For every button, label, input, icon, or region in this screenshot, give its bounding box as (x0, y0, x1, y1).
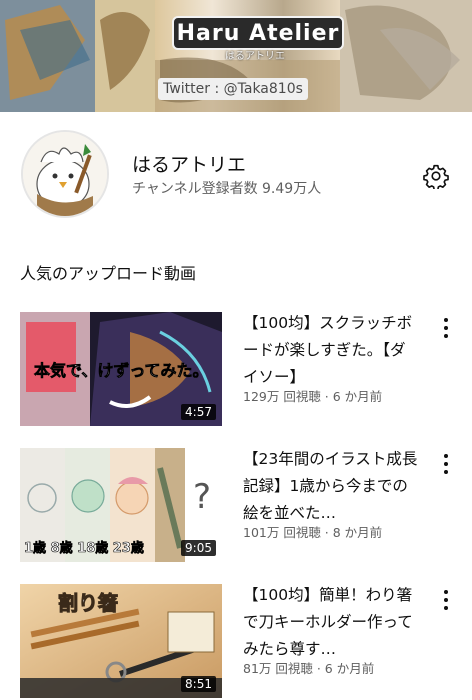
more-options-icon[interactable] (436, 452, 456, 476)
video-thumbnail[interactable]: 割り箸 8:51 (20, 584, 222, 698)
video-item[interactable]: 本気で、けずってみた。 4:57 【100均】スクラッチボードが楽しすぎた。【ダ… (20, 312, 470, 428)
banner-twitter-handle: Twitter : @Taka810s (158, 78, 308, 100)
more-options-icon[interactable] (436, 316, 456, 340)
video-duration: 8:51 (181, 676, 216, 692)
gear-icon[interactable] (423, 163, 449, 191)
video-title[interactable]: 【100均】簡単！わり箸で刀キーホルダー作ってみたら尊す… (243, 582, 418, 663)
video-title[interactable]: 【23年間のイラスト成長記録】1歳から今までの絵を並べた… (243, 446, 418, 527)
subscriber-count: チャンネル登録者数 9.49万人 (132, 181, 322, 197)
section-title-popular-uploads: 人気のアップロード動画 (20, 264, 197, 283)
thumbnail-caption: 1歳 8歳 18歳 23歳 (24, 540, 144, 556)
video-duration: 9:05 (181, 540, 216, 556)
video-meta: 129万 回視聴 · 6 か月前 (243, 389, 383, 404)
video-item[interactable]: 割り箸 8:51 【100均】簡単！わり箸で刀キーホルダー作ってみたら尊す… 8… (20, 584, 470, 700)
thumbnail-caption: 本気で、けずってみた。 (34, 361, 209, 380)
avatar-chick-illustration (23, 132, 107, 216)
channel-avatar[interactable] (21, 130, 109, 218)
svg-text:?: ? (193, 477, 211, 517)
video-item[interactable]: ? 1歳 8歳 18歳 23歳 9:05 【23年間のイラスト成長記録】1歳から… (20, 448, 470, 564)
banner-title: Haru Atelier (172, 16, 344, 50)
video-meta: 101万 回視聴 · 8 か月前 (243, 525, 383, 540)
more-options-icon[interactable] (436, 588, 456, 612)
video-title[interactable]: 【100均】スクラッチボードが楽しすぎた。【ダイソー】 (243, 310, 418, 391)
video-duration: 4:57 (181, 404, 216, 420)
video-thumbnail[interactable]: 本気で、けずってみた。 4:57 (20, 312, 222, 426)
banner-subtitle: はるアトリエ (225, 51, 285, 62)
video-meta: 81万 回視聴 · 6 か月前 (243, 661, 375, 676)
channel-banner: Haru Atelier はるアトリエ Twitter : @Taka810s (0, 0, 472, 112)
channel-name: はるアトリエ (132, 154, 247, 176)
thumbnail-caption: 割り箸 (58, 591, 118, 615)
video-thumbnail[interactable]: ? 1歳 8歳 18歳 23歳 9:05 (20, 448, 222, 562)
